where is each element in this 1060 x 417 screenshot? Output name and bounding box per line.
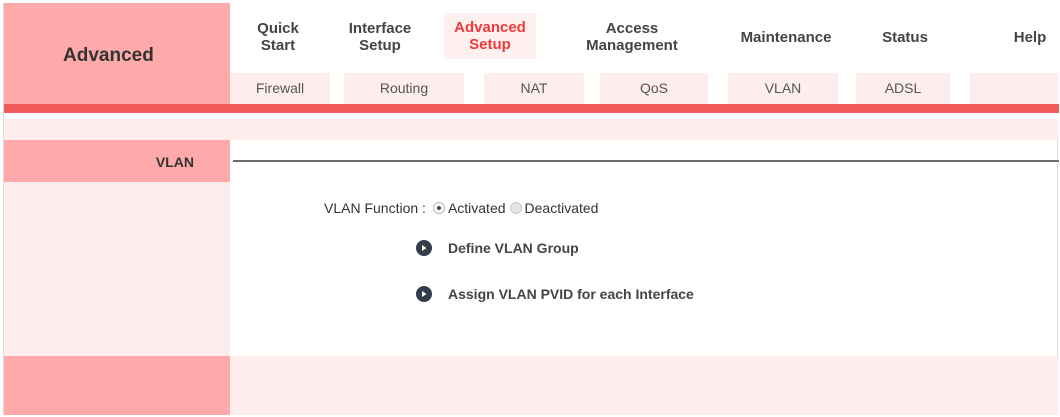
section-title: VLAN — [155, 154, 194, 170]
router-page: Advanced Quick Start Interface Setup Adv… — [3, 3, 1059, 415]
menu-status[interactable]: Status — [868, 15, 942, 59]
sidebar-fill — [4, 182, 230, 356]
menu-quick-start[interactable]: Quick Start — [244, 15, 312, 59]
assign-vlan-pvid-link[interactable]: Assign VLAN PVID for each Interface — [416, 286, 694, 302]
main-menu: Quick Start Interface Setup Advanced Set… — [230, 3, 1059, 73]
vlan-function-row: VLAN Function : Activated Deactivated — [324, 200, 598, 216]
submenu-separator — [584, 73, 600, 104]
submenu-separator — [708, 73, 728, 104]
spacer-band — [4, 119, 1059, 140]
footer-left — [4, 356, 230, 415]
arrow-right-icon — [416, 286, 432, 302]
menu-access-management[interactable]: Access Management — [570, 15, 694, 59]
submenu-qos[interactable]: QoS — [600, 73, 708, 104]
deactivated-label[interactable]: Deactivated — [525, 200, 599, 216]
menu-help[interactable]: Help — [1002, 15, 1058, 59]
submenu-separator — [838, 73, 856, 104]
submenu-separator — [464, 73, 484, 104]
vlan-function-label: VLAN Function : — [324, 200, 426, 216]
define-vlan-group-link[interactable]: Define VLAN Group — [416, 240, 579, 256]
footer-right — [230, 356, 1059, 415]
submenu-nat[interactable]: NAT — [484, 73, 584, 104]
section-divider — [233, 160, 1059, 162]
activated-label[interactable]: Activated — [448, 200, 506, 216]
deactivated-radio[interactable] — [509, 202, 522, 214]
menu-advanced-setup[interactable]: Advanced Setup — [444, 13, 536, 59]
submenu-adsl[interactable]: ADSL — [856, 73, 950, 104]
section-label-cell: VLAN — [4, 140, 230, 182]
page-title: Advanced — [63, 45, 154, 66]
activated-radio[interactable] — [432, 202, 445, 214]
submenu-firewall[interactable]: Firewall — [230, 73, 330, 104]
arrow-right-icon — [416, 240, 432, 256]
submenu-routing[interactable]: Routing — [344, 73, 464, 104]
brand-panel: Advanced — [4, 3, 230, 104]
sub-menu: Firewall Routing NAT QoS VLAN ADSL — [230, 73, 1059, 104]
submenu-separator — [330, 73, 344, 104]
define-vlan-group-label[interactable]: Define VLAN Group — [448, 240, 579, 256]
menu-interface-setup[interactable]: Interface Setup — [338, 15, 422, 59]
menu-maintenance[interactable]: Maintenance — [724, 15, 848, 59]
assign-vlan-pvid-label[interactable]: Assign VLAN PVID for each Interface — [448, 286, 694, 302]
accent-bar — [4, 104, 1059, 113]
submenu-separator — [950, 73, 970, 104]
submenu-vlan[interactable]: VLAN — [728, 73, 838, 104]
